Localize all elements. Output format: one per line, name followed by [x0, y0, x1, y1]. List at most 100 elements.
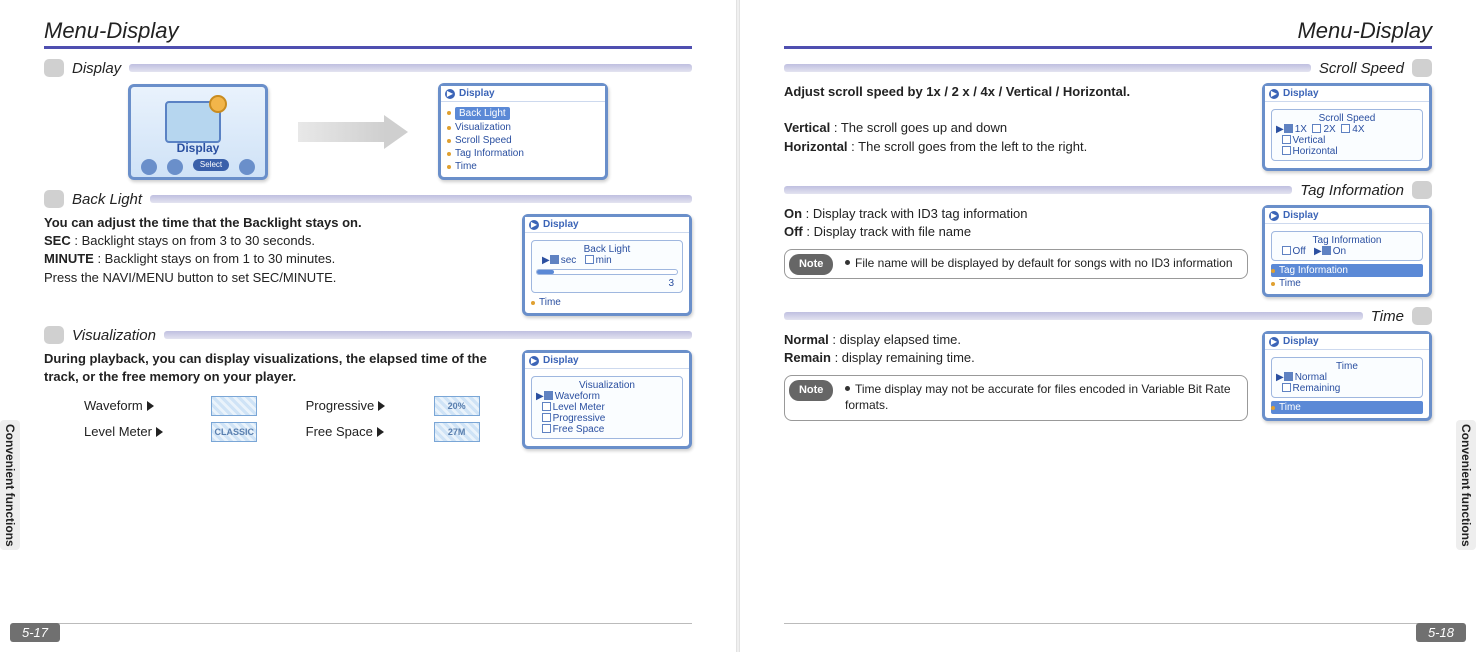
- device-preview-time: ▶Display Time ▶Normal Remaining Time: [1262, 331, 1432, 421]
- page-right: Convenient functions Menu-Display Scroll…: [740, 0, 1476, 652]
- section-heading-visualization: Visualization: [72, 327, 156, 344]
- time-normal-label: Normal: [784, 332, 829, 347]
- bullet-icon: [845, 260, 850, 265]
- device-header-label: Display: [543, 219, 579, 230]
- panel-item: Progressive: [553, 413, 606, 424]
- checkbox-icon: [1282, 246, 1291, 255]
- checkbox-icon: [1282, 146, 1291, 155]
- hero-label: Display: [131, 141, 265, 155]
- checkbox-icon: [544, 391, 553, 400]
- panel-item: Level Meter: [553, 402, 605, 413]
- opt-min: min: [596, 255, 612, 266]
- bullet-icon: [845, 386, 850, 391]
- section-time: Time Normal : display elapsed time. Rema…: [784, 307, 1432, 421]
- device-header-label: Display: [459, 88, 495, 99]
- section-heading-backlight: Back Light: [72, 191, 142, 208]
- slider: [536, 269, 678, 275]
- triangle-icon: [156, 427, 163, 437]
- section-backlight: Back Light You can adjust the time that …: [44, 190, 692, 316]
- device-header-label: Display: [543, 355, 579, 366]
- opt-2x: 2X: [1323, 124, 1335, 135]
- note-box-time: Note Time display may not be accurate fo…: [784, 375, 1248, 420]
- device-nav-icon: [141, 159, 157, 175]
- free-swatch: 27M: [434, 422, 480, 442]
- waveform-swatch: [211, 396, 257, 416]
- side-tab-right: Convenient functions: [1456, 420, 1476, 550]
- vis-label-progressive: Progressive: [306, 397, 375, 415]
- display-header-icon: ▶: [1269, 89, 1279, 99]
- device-header-label: Display: [1283, 336, 1319, 347]
- menu-item: Time: [1271, 277, 1423, 290]
- side-tab-left: Convenient functions: [0, 420, 20, 550]
- opt-1x: 1X: [1295, 124, 1307, 135]
- opt-off: Off: [1293, 246, 1306, 257]
- device-preview-display-menu: ▶Display Back Light Visualization Scroll…: [438, 83, 608, 180]
- device-header-label: Display: [1283, 210, 1319, 221]
- triangle-icon: [377, 427, 384, 437]
- checkbox-icon: [1284, 124, 1293, 133]
- checkbox-icon: [1282, 135, 1291, 144]
- note-label: Note: [789, 380, 833, 400]
- checkbox-icon: [550, 255, 559, 264]
- scroll-horz-label: Horizontal: [784, 139, 848, 154]
- tag-on-text: : Display track with ID3 tag information: [802, 206, 1027, 221]
- menu-item: Time: [447, 160, 599, 173]
- tag-off-text: : Display track with file name: [803, 224, 971, 239]
- section-heading-tag: Tag Information: [1300, 182, 1404, 199]
- checkbox-icon: [1341, 124, 1350, 133]
- note-box-tag: Note File name will be displayed by defa…: [784, 249, 1248, 279]
- level-swatch: CLASSIC: [211, 422, 257, 442]
- scroll-description: Adjust scroll speed by 1x / 2 x / 4x / V…: [784, 83, 1248, 156]
- section-rule: [164, 331, 692, 339]
- display-header-icon: ▶: [1269, 211, 1279, 221]
- section-cap: [1412, 59, 1432, 77]
- opt-on: On: [1333, 246, 1346, 257]
- opt-vertical: Vertical: [1293, 135, 1326, 146]
- vis-label-waveform: Waveform: [84, 397, 143, 415]
- display-icon: [165, 101, 221, 143]
- backlight-min-text: : Backlight stays on from 1 to 30 minute…: [94, 251, 335, 266]
- opt-remaining: Remaining: [1293, 383, 1341, 394]
- scroll-lead: Adjust scroll speed by 1x / 2 x / 4x / V…: [784, 84, 1130, 99]
- time-remain-label: Remain: [784, 350, 831, 365]
- page-left: Convenient functions Menu-Display Displa…: [0, 0, 736, 652]
- section-rule: [784, 186, 1292, 194]
- backlight-navi-text: Press the NAVI/MENU button to set SEC/MI…: [44, 270, 336, 285]
- menu-item-selected: Time: [1271, 401, 1423, 414]
- section-heading-display: Display: [72, 60, 121, 77]
- menu-item: Tag Information: [447, 147, 599, 160]
- checkbox-icon: [542, 424, 551, 433]
- opt-4x: 4X: [1352, 124, 1364, 135]
- opt-normal: Normal: [1295, 372, 1327, 383]
- scroll-vert-label: Vertical: [784, 120, 830, 135]
- visualization-description: During playback, you can display visuali…: [44, 350, 508, 442]
- backlight-description: You can adjust the time that the Backlig…: [44, 214, 508, 287]
- menu-item: Visualization: [447, 121, 599, 134]
- page-number-left: 5-17: [10, 623, 60, 642]
- vis-label-free: Free Space: [306, 423, 373, 441]
- device-preview-main-menu: Display Select: [128, 84, 268, 180]
- scroll-horz-text: : The scroll goes from the left to the r…: [848, 139, 1088, 154]
- panel-item: Free Space: [553, 424, 605, 435]
- section-cap: [1412, 307, 1432, 325]
- note-text-tag: File name will be displayed by default f…: [855, 256, 1233, 270]
- section-heading-time: Time: [1371, 308, 1404, 325]
- menu-item: Scroll Speed: [447, 134, 599, 147]
- backlight-lead: You can adjust the time that the Backlig…: [44, 215, 362, 230]
- opt-sec: sec: [561, 255, 577, 266]
- device-nav-icon: [239, 159, 255, 175]
- section-cap: [1412, 181, 1432, 199]
- section-heading-scroll: Scroll Speed: [1319, 60, 1404, 77]
- section-rule: [784, 312, 1363, 320]
- section-visualization: Visualization During playback, you can d…: [44, 326, 692, 449]
- checkbox-icon: [542, 402, 551, 411]
- slider-value: 3: [536, 278, 678, 289]
- footer-rule: [784, 623, 1432, 624]
- note-text-time: Time display may not be accurate for fil…: [845, 382, 1231, 412]
- checkbox-icon: [585, 255, 594, 264]
- time-remain-text: : display remaining time.: [831, 350, 975, 365]
- section-scroll-speed: Scroll Speed Adjust scroll speed by 1x /…: [784, 59, 1432, 171]
- device-preview-tag: ▶Display Tag Information Off ▶On Tag Inf…: [1262, 205, 1432, 297]
- panel-title: Visualization: [536, 380, 678, 391]
- section-rule: [784, 64, 1311, 72]
